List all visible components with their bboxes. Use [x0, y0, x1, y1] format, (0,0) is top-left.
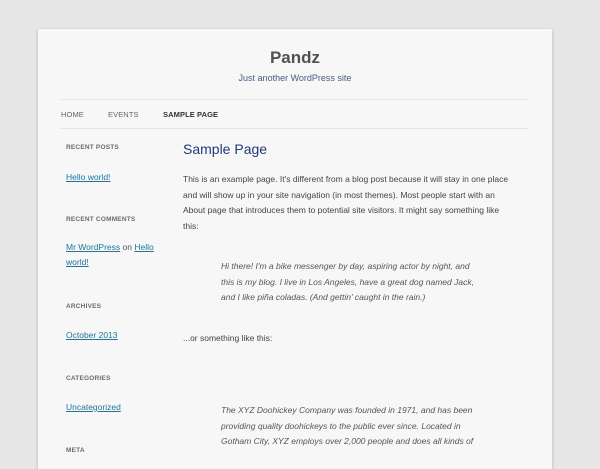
- page-container: Pandz Just another WordPress site HOME E…: [38, 29, 552, 469]
- quote-line: this is my blog. I live in Los Angeles, …: [221, 276, 474, 287]
- categories-title: CATEGORIES: [66, 375, 111, 382]
- intro-paragraph: This is an example page. It's different …: [183, 172, 528, 234]
- blockquote-first: Hi there! I'm a bike messenger by day, a…: [221, 259, 496, 306]
- intro-line: and will show up in your site navigation…: [183, 189, 495, 200]
- comment-post-link-continued[interactable]: world!: [66, 257, 89, 267]
- nav-item-events[interactable]: EVENTS: [108, 110, 139, 119]
- site-title[interactable]: Pandz: [38, 48, 552, 68]
- recent-comment-item: Mr WordPress on Hello world!: [66, 240, 154, 270]
- quote-line: and I like piña coladas. (And gettin' ca…: [221, 292, 426, 302]
- intro-line: This is an example page. It's different …: [183, 174, 509, 184]
- intro-line: About page that introduces them to poten…: [183, 205, 500, 215]
- quote-line: Gotham City, XYZ employs over 2,000 peop…: [221, 436, 474, 446]
- quote-line: The XYZ Doohickey Company was founded in…: [221, 405, 473, 415]
- categories-list: Uncategorized: [66, 400, 121, 415]
- intro-line: this:: [183, 220, 199, 231]
- quote-line: Hi there! I'm a bike messenger by day, a…: [221, 261, 470, 271]
- category-link[interactable]: Uncategorized: [66, 402, 121, 412]
- comment-on-text: on: [122, 242, 132, 252]
- meta-title: META: [66, 447, 85, 454]
- site-description: Just another WordPress site: [238, 73, 352, 83]
- recent-posts-list: Hello world!: [66, 170, 110, 185]
- nav-item-home[interactable]: HOME: [61, 110, 84, 119]
- nav-item-sample-page[interactable]: SAMPLE PAGE: [163, 110, 218, 119]
- middle-paragraph: ...or something like this:: [183, 333, 273, 343]
- page-title: Sample Page: [183, 141, 268, 157]
- comment-post-link[interactable]: Hello: [134, 242, 153, 252]
- archive-link[interactable]: October 2013: [66, 330, 118, 340]
- archives-list: October 2013: [66, 328, 118, 343]
- comment-author-link[interactable]: Mr WordPress: [66, 242, 120, 252]
- archives-title: ARCHIVES: [66, 303, 102, 310]
- recent-comments-title: RECENT COMMENTS: [66, 216, 136, 223]
- main-navigation: HOME EVENTS SAMPLE PAGE: [61, 99, 529, 129]
- quote-line: providing quality doohickeys to the publ…: [221, 420, 461, 431]
- recent-post-link[interactable]: Hello world!: [66, 172, 110, 182]
- recent-posts-title: RECENT POSTS: [66, 144, 119, 151]
- blockquote-second: The XYZ Doohickey Company was founded in…: [221, 403, 496, 450]
